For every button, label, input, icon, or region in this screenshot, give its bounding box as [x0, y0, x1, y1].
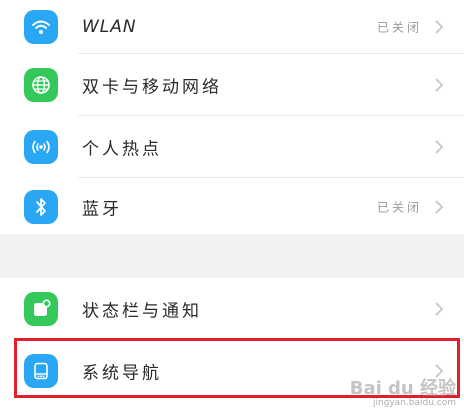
section-gap	[0, 234, 464, 278]
watermark-brand: Bai du 经验	[349, 378, 456, 399]
watermark: Bai du 经验 jingyan.baidu.com	[349, 378, 456, 409]
notification-icon	[24, 292, 58, 326]
settings-row-value: 已关闭	[376, 200, 422, 215]
settings-row-label: WLAN	[82, 17, 137, 37]
settings-row-label: 双卡与移动网络	[82, 77, 222, 98]
settings-row-wlan[interactable]: WLAN 已关闭	[0, 0, 464, 54]
chevron-right-icon	[435, 302, 444, 316]
bluetooth-icon	[24, 190, 58, 224]
chevron-right-icon	[435, 78, 444, 92]
settings-row-label: 状态栏与通知	[82, 301, 202, 322]
globe-icon	[24, 68, 58, 102]
chevron-right-icon	[435, 140, 444, 154]
settings-row-bluetooth[interactable]: 蓝牙 已关闭	[0, 178, 464, 236]
settings-screen: WLAN 已关闭 双卡与移动网络 个人热点 蓝牙 已关闭 状态栏与通知 系统导航…	[0, 0, 464, 416]
settings-row-label: 系统导航	[82, 363, 162, 384]
settings-row-dual-sim[interactable]: 双卡与移动网络	[0, 54, 464, 116]
settings-row-value: 已关闭	[376, 20, 422, 35]
watermark-url: jingyan.baidu.com	[372, 398, 456, 408]
navigation-icon	[24, 354, 58, 388]
settings-row-status-bar[interactable]: 状态栏与通知	[0, 278, 464, 340]
wifi-icon	[24, 10, 58, 44]
chevron-right-icon	[435, 364, 444, 378]
chevron-right-icon	[435, 20, 444, 34]
hotspot-icon	[24, 130, 58, 164]
settings-row-label: 蓝牙	[82, 199, 122, 220]
settings-row-label: 个人热点	[82, 139, 162, 160]
chevron-right-icon	[435, 200, 444, 214]
connectivity-group: WLAN 已关闭 双卡与移动网络 个人热点 蓝牙 已关闭	[0, 0, 464, 236]
settings-row-hotspot[interactable]: 个人热点	[0, 116, 464, 178]
